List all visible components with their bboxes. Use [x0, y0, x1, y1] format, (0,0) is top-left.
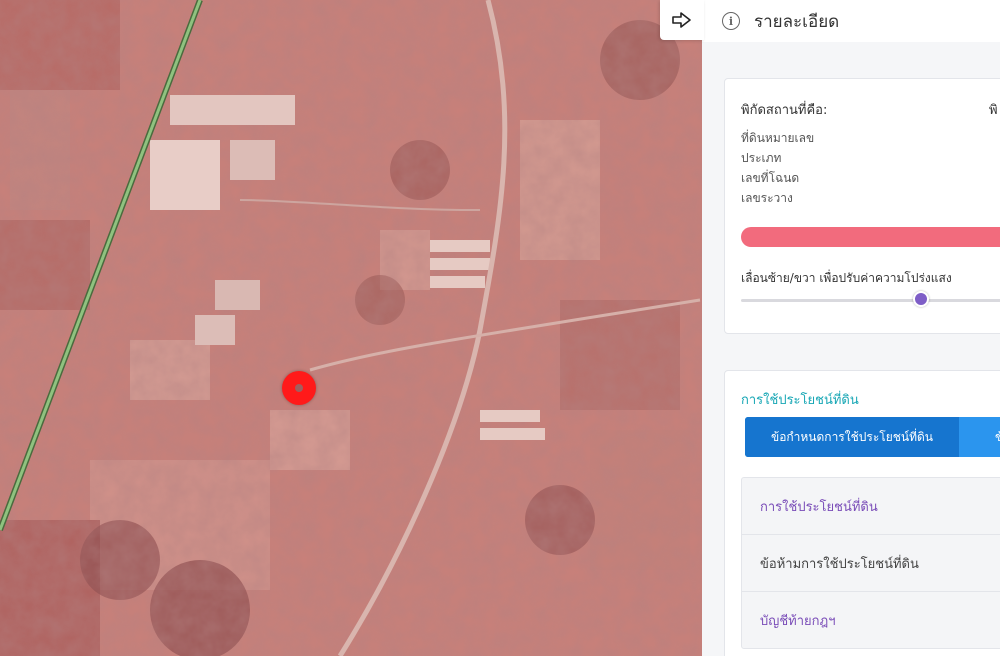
opacity-slider-label: เลื่อนซ้าย/ขวา เพื่อปรับค่าความโปร่งแสง	[741, 271, 952, 285]
info-icon[interactable]: i	[722, 12, 740, 30]
land-use-title: การใช้ประโยชน์ที่ดิน	[741, 393, 859, 408]
coordinates-card: พิกัดสถานที่คือ: พิ ที่ดินหมายเลข ประเภท…	[724, 78, 1000, 334]
field-map-sheet: เลขระวาง	[741, 191, 793, 205]
land-use-tabs: ข้อกำหนดการใช้ประโยชน์ที่ดิน ข้	[745, 417, 1000, 457]
field-type: ประเภท	[741, 151, 782, 165]
opacity-slider-track[interactable]	[741, 299, 1000, 302]
list-item-appendix[interactable]: บัญชีท้ายกฎฯ	[742, 592, 1000, 649]
satellite-imagery	[0, 0, 702, 656]
opacity-color-bar[interactable]	[741, 227, 1000, 247]
land-use-list: การใช้ประโยชน์ที่ดิน ข้อห้ามการใช้ประโยช…	[741, 477, 1000, 649]
opacity-slider-thumb[interactable]	[912, 291, 929, 307]
field-parcel-number: ที่ดินหมายเลข	[741, 131, 815, 145]
location-marker[interactable]	[282, 371, 316, 405]
list-item-land-use[interactable]: การใช้ประโยชน์ที่ดิน	[742, 478, 1000, 535]
arrow-right-icon	[672, 12, 691, 28]
details-panel: i รายละเอียด พิกัดสถานที่คือ: พิ ที่ดินห…	[702, 0, 1000, 656]
coordinates-value: พิ	[989, 103, 998, 118]
tab-land-use-regulations[interactable]: ข้อกำหนดการใช้ประโยชน์ที่ดิน	[745, 417, 959, 457]
collapse-panel-button[interactable]	[660, 0, 704, 40]
tab-land-use-next[interactable]: ข้	[959, 417, 1000, 457]
list-item-land-use-prohibitions[interactable]: ข้อห้ามการใช้ประโยชน์ที่ดิน	[742, 535, 1000, 592]
coordinates-label: พิกัดสถานที่คือ:	[741, 103, 828, 118]
panel-title: รายละเอียด	[754, 11, 840, 32]
field-deed-number: เลขที่โฉนด	[741, 171, 800, 185]
land-use-card: การใช้ประโยชน์ที่ดิน ข้อกำหนดการใช้ประโย…	[724, 370, 1000, 656]
location-marker-center	[295, 384, 303, 392]
panel-header: i รายละเอียด	[702, 0, 1000, 42]
map-view[interactable]	[0, 0, 702, 656]
